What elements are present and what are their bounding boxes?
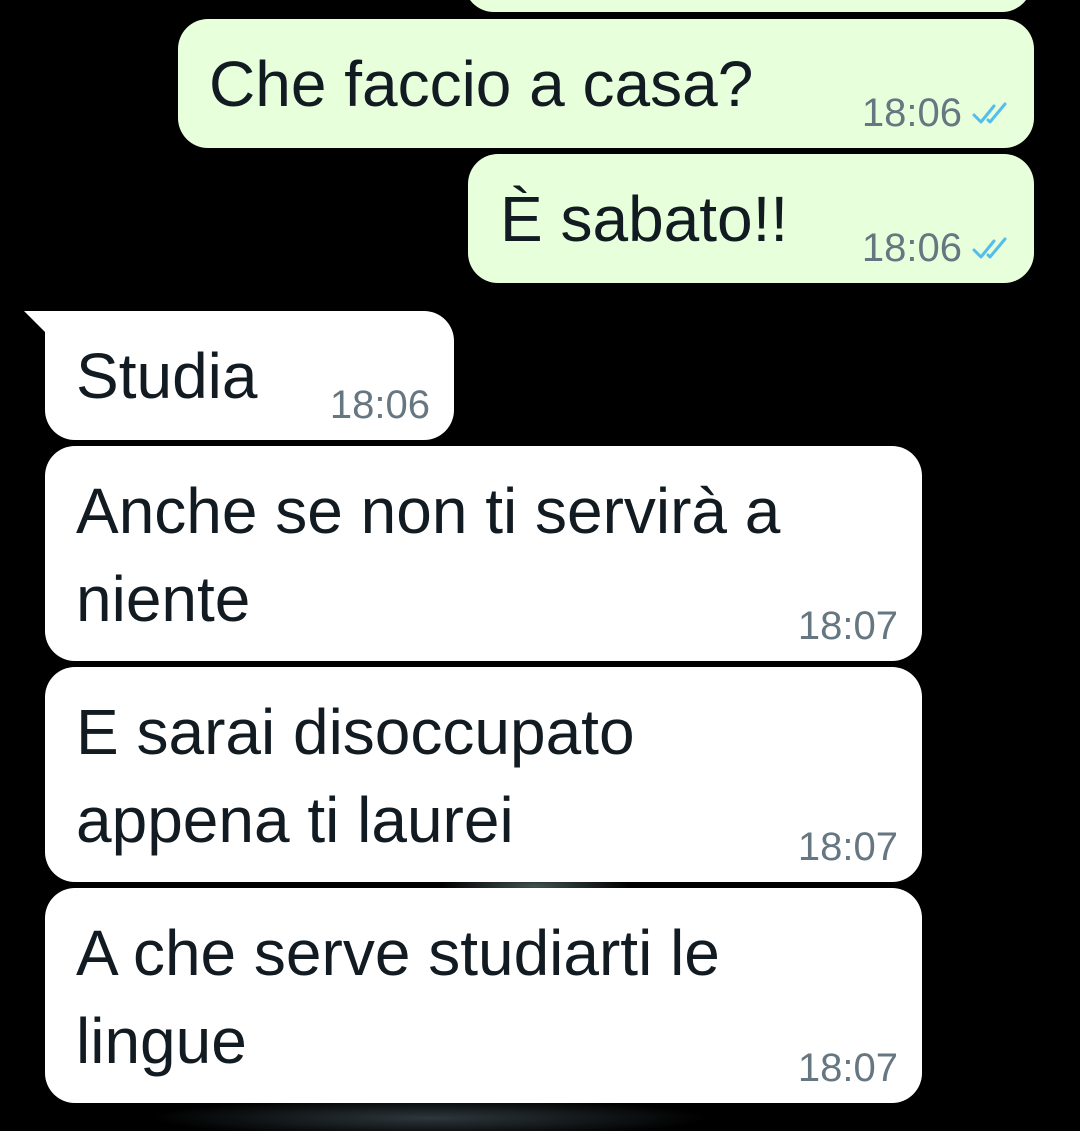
double-check-icon [972,236,1010,262]
incoming-message-bubble[interactable]: Anche se non ti servirà a niente 18:07 [45,446,922,661]
message-meta: 18:06 [330,383,430,428]
message-text: Che faccio a casa? [209,48,754,120]
message-meta: 18:06 [862,91,1010,136]
message-text: Anche se non ti servirà a [76,475,781,547]
message-text: lingue [76,1005,247,1077]
message-text: A che serve studiarti le [76,917,720,989]
message-text: niente [76,563,251,635]
message-text: appena ti laurei [76,784,514,856]
outgoing-message-bubble[interactable]: Che faccio a casa? 18:06 [178,19,1034,148]
incoming-message-bubble[interactable]: Studia 18:06 [45,311,454,440]
message-text: Studia [76,340,258,412]
outgoing-message-bubble[interactable]: È sabato!! 18:06 [468,154,1034,283]
message-time: 18:06 [329,383,430,427]
message-time: 18:07 [797,825,898,869]
message-text: E sarai disoccupato [76,696,635,768]
message-meta: 18:07 [798,1046,898,1091]
message-time: 18:07 [797,604,898,648]
message-time: 18:06 [861,226,962,270]
message-time: 18:07 [797,1046,898,1090]
message-meta: 18:06 [862,226,1010,271]
incoming-message-bubble[interactable]: E sarai disoccupato appena ti laurei 18:… [45,667,922,882]
message-time: 18:06 [861,91,962,135]
incoming-message-bubble[interactable]: A che serve studiarti le lingue 18:07 [45,888,922,1103]
chat-area[interactable]: Che faccio a casa? 18:06 È sabato!! 18:0… [0,0,1080,1131]
message-meta: 18:07 [798,825,898,870]
message-meta: 18:07 [798,604,898,649]
message-text: È sabato!! [500,183,789,255]
double-check-icon [972,101,1010,127]
outgoing-message-bubble[interactable] [464,0,1032,12]
